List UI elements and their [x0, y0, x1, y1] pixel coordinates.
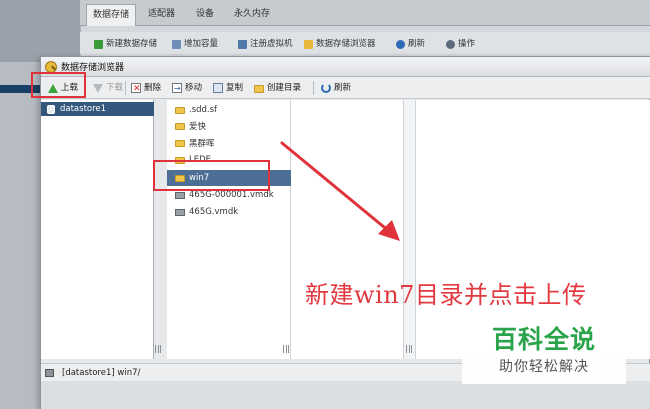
watermark-logo: 百科全说 助你轻松解决	[462, 318, 626, 384]
annotation-text: 新建win7目录并点击上传	[305, 281, 587, 309]
watermark-subtitle: 助你轻松解决	[499, 359, 589, 375]
watermark-title: 百科全说	[491, 325, 596, 354]
